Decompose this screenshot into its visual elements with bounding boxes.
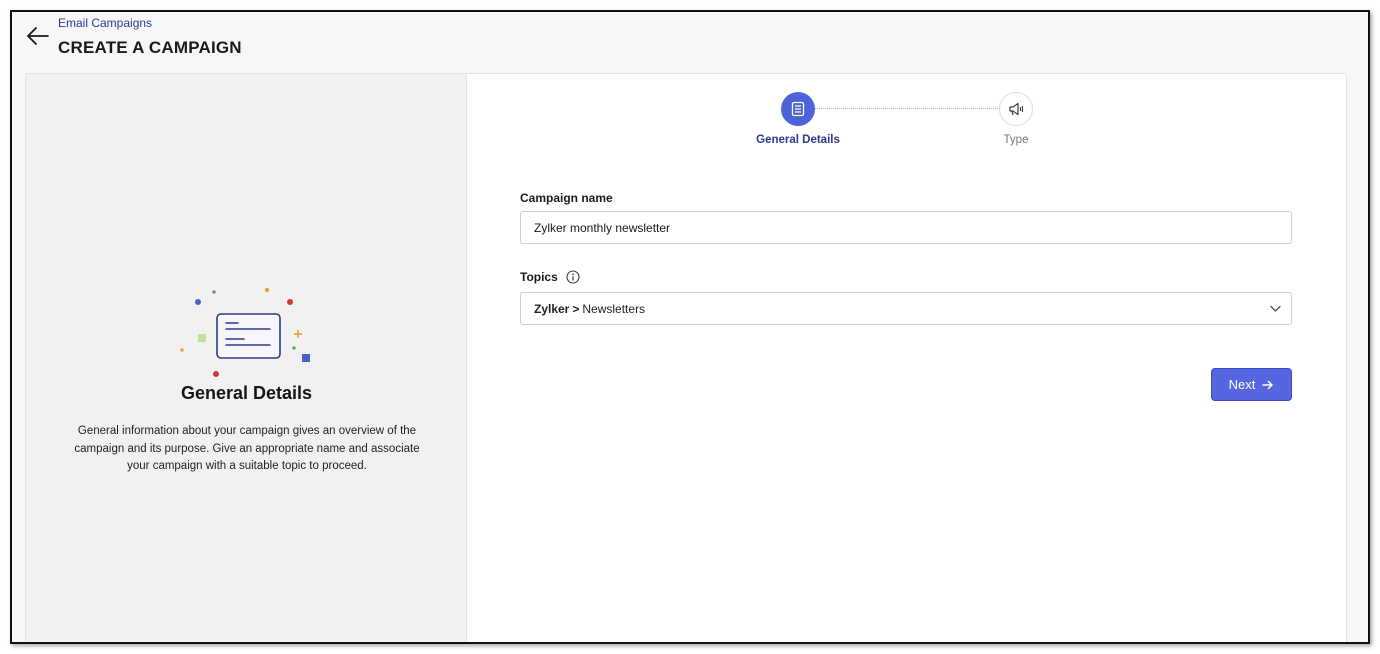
next-button[interactable]: Next <box>1211 368 1292 401</box>
arrow-right-icon <box>1262 380 1274 389</box>
campaign-name-label: Campaign name <box>520 191 613 205</box>
step-label-type: Type <box>1003 134 1029 146</box>
list-document-icon <box>791 101 805 117</box>
topics-label-row: Topics <box>520 270 580 284</box>
campaign-name-input[interactable] <box>520 211 1292 244</box>
topic-child: Newsletters <box>582 301 646 316</box>
step-label-general-details: General Details <box>756 134 840 146</box>
chevron-down-icon <box>1270 305 1281 312</box>
next-button-label: Next <box>1228 377 1256 392</box>
page-title: CREATE A CAMPAIGN <box>58 38 242 57</box>
panel-description: General information about your campaign … <box>74 425 420 472</box>
step-general-details[interactable] <box>781 92 815 126</box>
topics-label: Topics <box>520 270 558 284</box>
page-header: Email Campaigns CREATE A CAMPAIGN <box>12 12 1368 74</box>
step-type[interactable] <box>999 92 1033 126</box>
topic-separator: > <box>572 301 580 316</box>
info-panel: General Details General information abou… <box>26 74 467 642</box>
app-window: Email Campaigns CREATE A CAMPAIGN Genera… <box>10 10 1370 644</box>
stepper-connector <box>814 108 1000 109</box>
topic-parent: Zylker <box>534 301 570 316</box>
document-card-icon <box>180 288 310 377</box>
topics-select[interactable]: Zylker > Newsletters <box>520 292 1292 325</box>
megaphone-icon <box>1009 102 1024 116</box>
panel-title: General Details <box>180 383 313 403</box>
wizard-card: General Details General information abou… <box>25 73 1347 642</box>
breadcrumb[interactable]: Email Campaigns <box>58 16 152 30</box>
info-icon[interactable] <box>566 270 580 284</box>
arrow-left-icon[interactable] <box>26 26 50 46</box>
